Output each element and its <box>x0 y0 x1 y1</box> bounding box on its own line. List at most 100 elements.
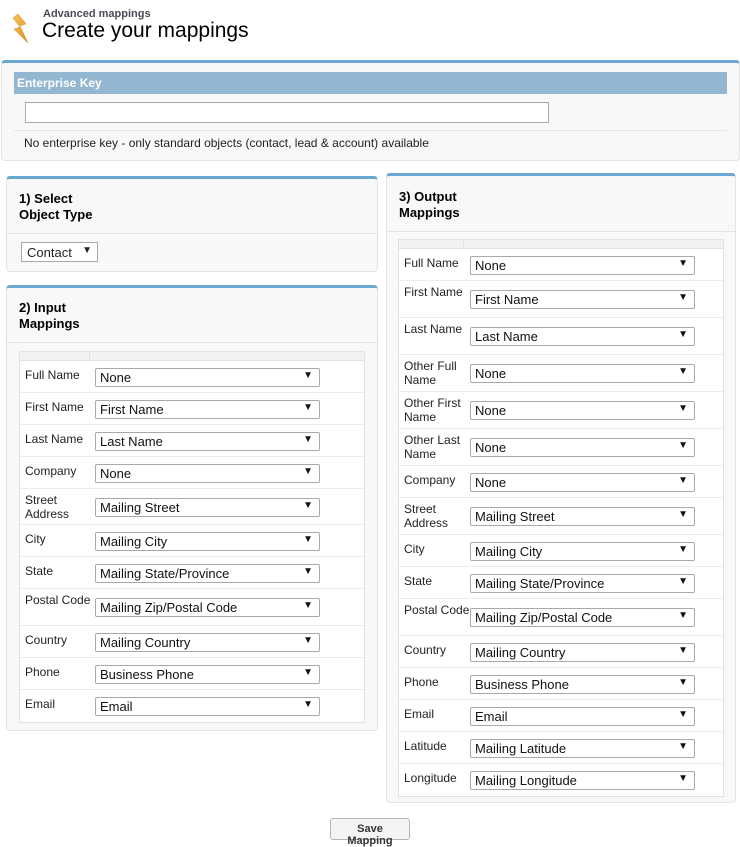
mapping-select-value: None <box>100 466 132 481</box>
chevron-down-icon: ▼ <box>678 292 688 303</box>
mapping-label: Other Last Name <box>404 433 461 461</box>
mapping-select[interactable]: Mailing State/Province ▼ <box>470 574 695 593</box>
mapping-label: Street Address <box>404 502 449 530</box>
panel-title-line: Object Type <box>19 207 93 222</box>
mapping-select-value: Mailing Latitude <box>475 741 567 756</box>
mapping-label: Country <box>404 643 447 657</box>
select-object-type-panel: 1) Select Object Type Contact ▼ <box>6 176 378 272</box>
mapping-select[interactable]: Mailing Zip/Postal Code ▼ <box>95 598 320 617</box>
mapping-select[interactable]: Mailing City ▼ <box>470 542 695 561</box>
panel-title: 3) Output Mappings <box>399 189 460 221</box>
mapping-label: City <box>25 532 46 546</box>
chevron-down-icon: ▼ <box>303 402 313 413</box>
mapping-select[interactable]: Email ▼ <box>95 697 320 716</box>
mapping-label: Other Full Name <box>404 359 457 387</box>
mapping-select[interactable]: Mailing Street ▼ <box>95 498 320 517</box>
mapping-select[interactable]: First Name ▼ <box>470 290 695 309</box>
enterprise-key-panel: Enterprise Key No enterprise key - only … <box>1 60 740 161</box>
chevron-down-icon: ▼ <box>303 699 313 710</box>
mapping-row: State Mailing State/Province ▼ <box>20 557 364 589</box>
mapping-select-value: First Name <box>475 292 539 307</box>
mapping-select-value: Email <box>100 699 133 714</box>
mapping-select[interactable]: None ▼ <box>470 256 695 275</box>
mapping-select[interactable]: Mailing Zip/Postal Code ▼ <box>470 608 695 627</box>
column-divider <box>89 352 90 360</box>
mapping-select-value: Mailing State/Province <box>475 576 605 591</box>
mapping-select[interactable]: None ▼ <box>470 401 695 420</box>
lightning-bolt-icon <box>12 13 29 44</box>
mapping-row: City Mailing City ▼ <box>399 535 723 567</box>
panel-title: 2) Input Mappings <box>19 300 80 332</box>
mapping-row: First Name First Name ▼ <box>399 281 723 318</box>
mapping-select[interactable]: Mailing State/Province ▼ <box>95 564 320 583</box>
mapping-select-value: Mailing Street <box>100 500 180 515</box>
mapping-label: State <box>404 574 433 588</box>
mapping-label: Email <box>25 697 56 711</box>
object-type-select[interactable]: Contact ▼ <box>21 242 98 262</box>
mapping-label: Street Address <box>25 493 70 521</box>
mapping-label: City <box>404 542 425 556</box>
mapping-label: Company <box>404 473 456 487</box>
mapping-select-value: Mailing Country <box>100 635 191 650</box>
mapping-select[interactable]: Mailing Country ▼ <box>470 643 695 662</box>
mapping-select[interactable]: Business Phone ▼ <box>470 675 695 694</box>
mapping-select-value: Mailing Longitude <box>475 773 577 788</box>
output-mappings-table: Full Name None ▼ First Name First Name ▼ Last … <box>398 239 724 797</box>
divider <box>7 342 377 343</box>
mapping-select-value: Mailing City <box>100 534 168 549</box>
mapping-select[interactable]: None ▼ <box>95 464 320 483</box>
column-divider <box>463 240 464 248</box>
mapping-label: First Name <box>25 400 84 414</box>
mapping-label: Postal Code <box>25 593 91 607</box>
mapping-label: Phone <box>25 665 60 679</box>
mapping-label: Postal Code <box>404 603 470 617</box>
save-mapping-button[interactable]: Save Mapping <box>330 818 410 847</box>
mapping-select[interactable]: First Name ▼ <box>95 400 320 419</box>
mapping-select[interactable]: None ▼ <box>470 364 695 383</box>
mapping-row: Other First Name None ▼ <box>399 392 723 429</box>
chevron-down-icon: ▼ <box>303 566 313 577</box>
mapping-row: Full Name None ▼ <box>20 361 364 393</box>
mapping-select[interactable]: None ▼ <box>470 438 695 457</box>
mapping-row: Company None ▼ <box>399 466 723 498</box>
mapping-select[interactable]: Mailing City ▼ <box>95 532 320 551</box>
mapping-select[interactable]: Business Phone ▼ <box>95 665 320 684</box>
enterprise-key-heading: Enterprise Key <box>14 72 727 94</box>
mapping-row: Phone Business Phone ▼ <box>20 658 364 690</box>
enterprise-key-input[interactable] <box>25 102 549 123</box>
mapping-select[interactable]: Mailing Street ▼ <box>470 507 695 526</box>
chevron-down-icon: ▼ <box>678 509 688 520</box>
mapping-select[interactable]: None ▼ <box>470 473 695 492</box>
mapping-select-value: Mailing Zip/Postal Code <box>475 610 613 625</box>
mapping-select-value: None <box>475 475 507 490</box>
mapping-select[interactable]: Mailing Latitude ▼ <box>470 739 695 758</box>
chevron-down-icon: ▼ <box>303 600 313 611</box>
mapping-select[interactable]: Last Name ▼ <box>470 327 695 346</box>
mapping-row: Postal Code Mailing Zip/Postal Code ▼ <box>20 589 364 626</box>
chevron-down-icon: ▼ <box>678 329 688 340</box>
divider <box>387 231 735 232</box>
mapping-select-value: Business Phone <box>100 667 194 682</box>
mapping-select-value: None <box>475 258 507 273</box>
chevron-down-icon: ▼ <box>678 258 688 269</box>
chevron-down-icon: ▼ <box>678 366 688 377</box>
mapping-select-value: Mailing Zip/Postal Code <box>100 600 238 615</box>
mapping-select-value: None <box>475 366 507 381</box>
chevron-down-icon: ▼ <box>303 534 313 545</box>
mapping-row: Country Mailing Country ▼ <box>399 636 723 668</box>
mapping-select[interactable]: None ▼ <box>95 368 320 387</box>
mapping-select-value: Mailing State/Province <box>100 566 230 581</box>
mapping-select[interactable]: Last Name ▼ <box>95 432 320 451</box>
mapping-row: Phone Business Phone ▼ <box>399 668 723 700</box>
mapping-select-value: None <box>100 370 132 385</box>
mapping-label: Other First Name <box>404 396 461 424</box>
mapping-select[interactable]: Email ▼ <box>470 707 695 726</box>
chevron-down-icon: ▼ <box>678 709 688 720</box>
mapping-select-value: Mailing City <box>475 544 543 559</box>
mapping-select[interactable]: Mailing Country ▼ <box>95 633 320 652</box>
chevron-down-icon: ▼ <box>678 741 688 752</box>
mapping-label: Company <box>25 464 77 478</box>
mapping-select[interactable]: Mailing Longitude ▼ <box>470 771 695 790</box>
mapping-row: Street Address Mailing Street ▼ <box>20 489 364 525</box>
object-type-value: Contact <box>27 245 72 260</box>
